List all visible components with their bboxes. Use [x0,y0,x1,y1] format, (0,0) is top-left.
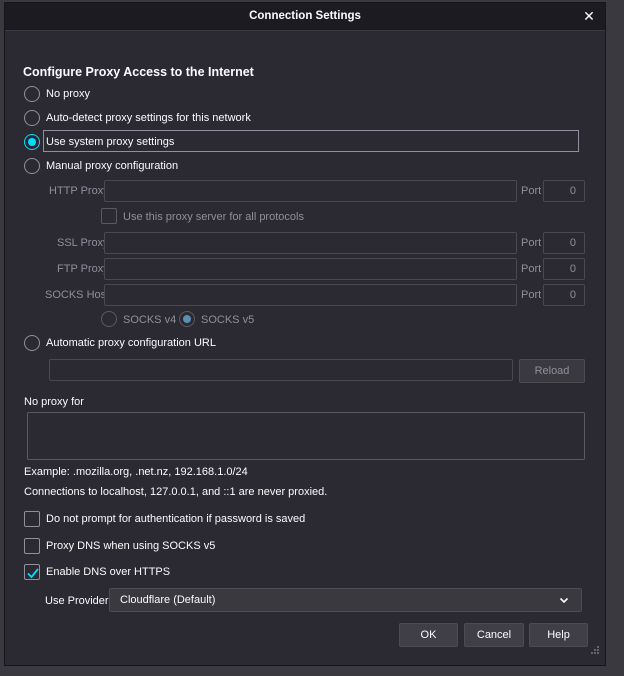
radio-socks-v4[interactable] [101,311,117,327]
radio-manual-proxy[interactable] [24,158,40,174]
close-icon[interactable]: ✕ [579,6,599,26]
chevron-down-icon [559,597,569,604]
checkbox-proxy-dns[interactable] [24,538,40,554]
reload-button[interactable]: Reload [519,359,585,383]
label-ssl-proxy: SSL Proxy [57,237,109,249]
dialog-title: Connection Settings [249,10,361,22]
cancel-button[interactable]: Cancel [464,623,524,647]
no-proxy-example: Example: .mozilla.org, .net.nz, 192.168.… [24,466,248,478]
connection-settings-dialog: Connection Settings ✕ Configure Proxy Ac… [4,2,606,666]
checkbox-share-proxy[interactable] [101,208,117,224]
radio-no-proxy[interactable] [24,86,40,102]
provider-selected-value: Cloudflare (Default) [120,594,216,606]
radio-auto-detect[interactable] [24,110,40,126]
ssl-proxy-input[interactable] [104,232,517,254]
label-socks-host: SOCKS Host [45,289,110,301]
radio-auto-proxy-url[interactable] [24,335,40,351]
section-heading: Configure Proxy Access to the Internet [23,65,254,79]
label-auto-detect: Auto-detect proxy settings for this netw… [46,112,251,124]
ssl-port-input[interactable]: 0 [543,232,585,254]
label-ssl-port: Port [521,237,542,249]
ftp-port-input[interactable]: 0 [543,258,585,280]
label-ftp-port: Port [521,263,542,275]
http-port-input[interactable]: 0 [543,180,585,202]
checkbox-no-auth-prompt[interactable] [24,511,40,527]
checkbox-enable-doh[interactable] [24,564,40,580]
socks-port-input[interactable]: 0 [543,284,585,306]
label-manual-proxy: Manual proxy configuration [46,160,179,172]
label-socks-v4: SOCKS v4 [123,314,177,326]
checkmark-icon [27,568,39,579]
http-proxy-input[interactable] [104,180,517,202]
resize-grip-icon[interactable] [591,646,599,654]
label-system-proxy: Use system proxy settings [46,136,175,148]
radio-system-proxy[interactable] [24,134,40,150]
label-no-auth-prompt: Do not prompt for authentication if pass… [46,513,306,525]
no-proxy-note: Connections to localhost, 127.0.0.1, and… [24,486,328,498]
ftp-proxy-input[interactable] [104,258,517,280]
socks-host-input[interactable] [104,284,517,306]
label-socks-v5: SOCKS v5 [201,314,255,326]
label-share-proxy: Use this proxy server for all protocols [123,211,304,223]
ok-button[interactable]: OK [399,623,458,647]
no-proxy-for-textarea[interactable] [27,412,585,460]
provider-select[interactable]: Cloudflare (Default) [109,588,582,612]
auto-proxy-url-input[interactable] [49,359,513,381]
label-http-proxy: HTTP Proxy [49,185,109,197]
label-proxy-dns: Proxy DNS when using SOCKS v5 [46,540,216,552]
label-ftp-proxy: FTP Proxy [57,263,109,275]
label-auto-proxy-url: Automatic proxy configuration URL [46,337,216,349]
label-enable-doh: Enable DNS over HTTPS [46,566,171,578]
label-http-port: Port [521,185,542,197]
label-no-proxy-for: No proxy for [24,396,84,408]
help-button[interactable]: Help [529,623,588,647]
radio-socks-v5[interactable] [179,311,195,327]
dialog-titlebar: Connection Settings ✕ [5,3,605,31]
label-use-provider: Use Provider [45,595,109,607]
label-no-proxy: No proxy [46,88,91,100]
label-socks-port: Port [521,289,542,301]
